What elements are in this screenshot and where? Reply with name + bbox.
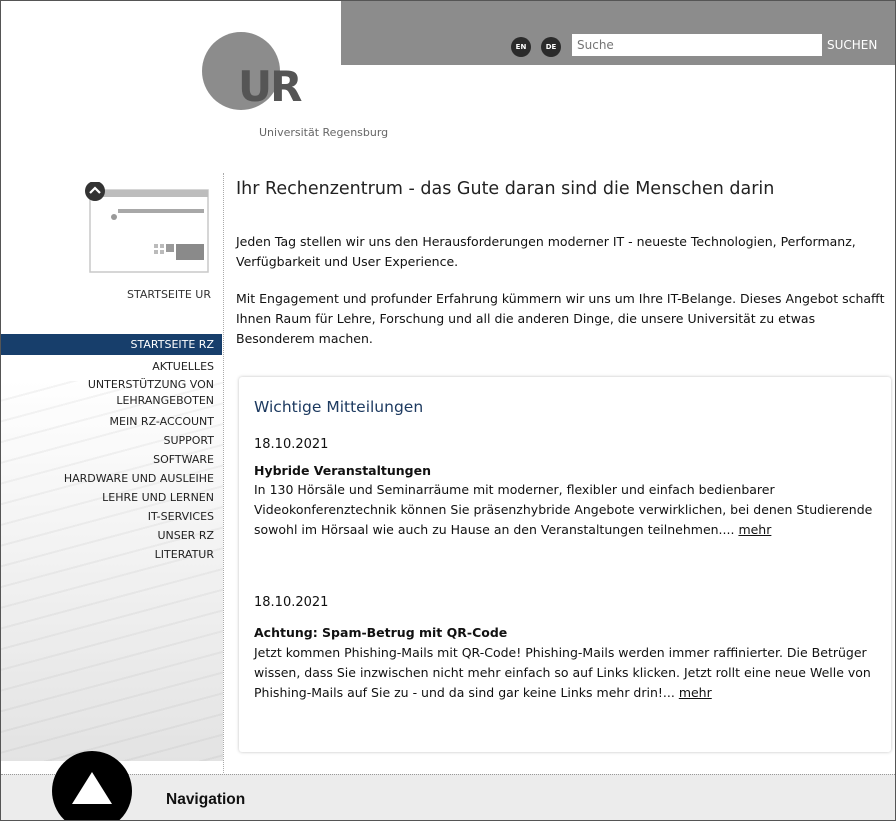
nav-unterstuetzung[interactable]: UNTERSTÜTZUNG VON LEHRANGEBOTEN <box>1 376 222 412</box>
column-divider <box>223 173 224 773</box>
nav-lehre-lernen[interactable]: LEHRE UND LERNEN <box>1 488 222 507</box>
intro-paragraph: Jeden Tag stellen wir uns den Herausford… <box>236 234 856 269</box>
nav-unser-rz[interactable]: UNSER RZ <box>1 526 222 545</box>
notice-body: In 130 Hörsäle und Seminarräume mit mode… <box>254 482 873 537</box>
logo-name: Universität Regensburg <box>259 126 389 139</box>
notices-card: Wichtige Mitteilungen 18.10.2021 Hybride… <box>239 377 891 752</box>
notice-date: 18.10.2021 <box>254 595 329 610</box>
logo-mark: UR <box>238 62 302 111</box>
nav-hardware[interactable]: HARDWARE UND AUSLEIHE <box>1 469 222 488</box>
notice-body: Jetzt kommen Phishing-Mails mit QR-Code!… <box>254 645 871 700</box>
nav-it-services[interactable]: IT-SERVICES <box>1 507 222 526</box>
language-en-button[interactable]: EN <box>511 37 531 57</box>
homepage-thumbnail-icon[interactable] <box>84 182 210 274</box>
bottom-navigation-bar <box>1 774 895 820</box>
language-de-button[interactable]: DE <box>541 37 561 57</box>
notice-more-link[interactable]: mehr <box>738 522 771 537</box>
nav-startseite-rz[interactable]: STARTSEITE RZ <box>1 334 222 355</box>
notice-date: 18.10.2021 <box>254 437 329 452</box>
notice-more-link[interactable]: mehr <box>679 685 712 700</box>
nav-software[interactable]: SOFTWARE <box>1 450 222 469</box>
notices-title: Wichtige Mitteilungen <box>254 398 424 416</box>
nav-literatur[interactable]: LITERATUR <box>1 545 222 564</box>
nav-support[interactable]: SUPPORT <box>1 431 222 450</box>
page-title: Ihr Rechenzentrum - das Gute daran sind … <box>236 179 775 199</box>
notice-title: Achtung: Spam-Betrug mit QR-Code <box>254 625 508 640</box>
triangle-up-icon <box>72 772 112 804</box>
nav-aktuelles[interactable]: AKTUELLES <box>1 357 222 376</box>
search-button[interactable]: SUCHEN <box>827 34 877 56</box>
page: EN DE SUCHEN UR Universität Regensburg S… <box>0 0 896 821</box>
notice-title: Hybride Veranstaltungen <box>254 463 431 478</box>
search-input[interactable] <box>572 34 822 56</box>
notice-text: Jetzt kommen Phishing-Mails mit QR-Code!… <box>254 643 879 703</box>
home-ur-link[interactable]: STARTSEITE UR <box>127 288 211 301</box>
nav-mein-rz-account[interactable]: MEIN RZ-ACCOUNT <box>1 412 222 431</box>
sidebar-nav: STARTSEITE RZ AKTUELLES UNTERSTÜTZUNG VO… <box>1 334 222 564</box>
notice-text: In 130 Hörsäle und Seminarräume mit mode… <box>254 480 879 540</box>
intro-paragraph: Mit Engagement und profunder Erfahrung k… <box>236 291 885 346</box>
navigation-label[interactable]: Navigation <box>166 791 245 809</box>
